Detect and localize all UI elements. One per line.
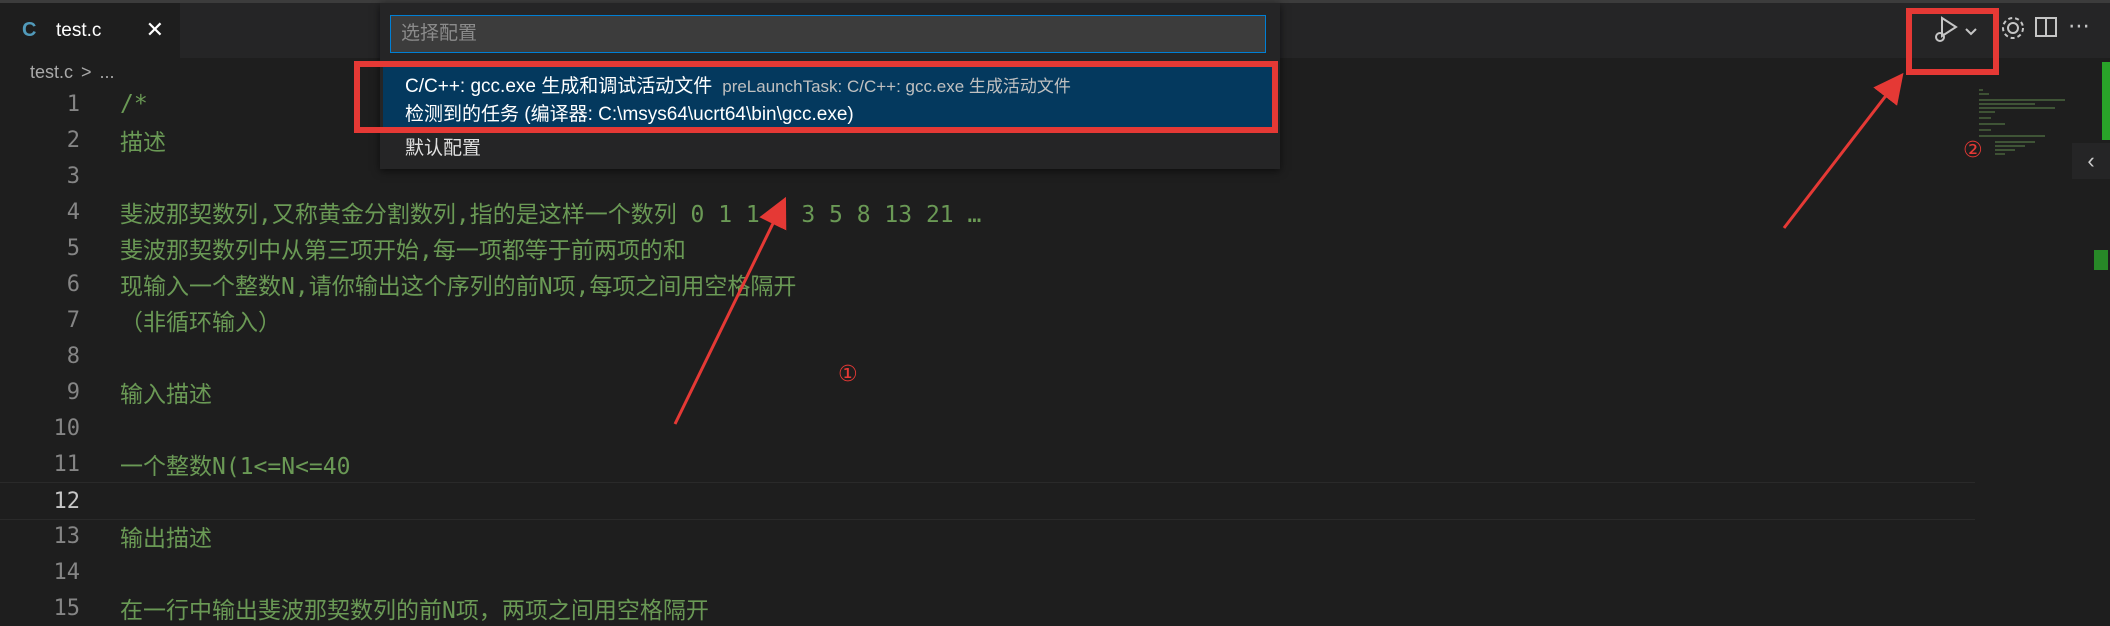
annotation-arrow-2 — [1782, 72, 1904, 229]
annotation-arrows — [673, 72, 1904, 425]
annotation-arrow-1 — [673, 196, 787, 425]
